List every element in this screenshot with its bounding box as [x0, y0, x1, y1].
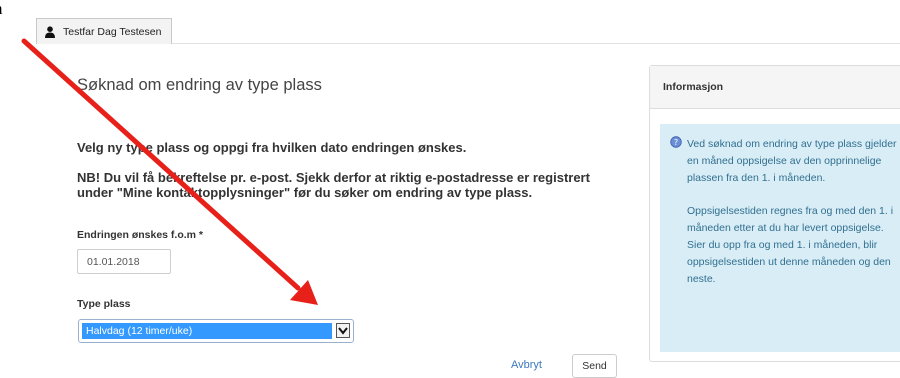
info-icon: ?: [670, 136, 682, 148]
page-title: Søknad om endring av type plass: [77, 76, 322, 94]
info-alert: ? Ved søknad om endring av type plass gj…: [660, 124, 900, 352]
info-title: Informasjon: [650, 66, 900, 109]
type-select-value: Halvdag (12 timer/uke): [82, 323, 332, 339]
user-name: Testfar Dag Testesen: [63, 25, 162, 38]
divider: [172, 43, 900, 44]
user-tab[interactable]: Testfar Dag Testesen: [36, 18, 172, 44]
user-icon: [45, 25, 55, 38]
intro-text: Velg ny type plass og oppgi fra hvilken …: [77, 140, 467, 155]
info-paragraph-1: Ved søknad om endring av type plass gjel…: [687, 138, 897, 184]
send-button[interactable]: Send: [572, 354, 617, 378]
cancel-link[interactable]: Avbryt: [511, 359, 542, 371]
note-text: NB! Du vil få bekreftelse pr. e-post. Sj…: [77, 170, 590, 200]
type-label: Type plass: [77, 298, 131, 310]
date-label: Endringen ønskes f.o.m *: [77, 229, 204, 241]
info-panel: Informasjon ? Ved søknad om endring av t…: [649, 65, 900, 362]
svg-text:?: ?: [674, 138, 678, 147]
info-paragraph-2: Oppsigelsestiden regnes fra og med den 1…: [687, 205, 894, 285]
chevron-down-icon[interactable]: [336, 323, 350, 338]
type-select[interactable]: Halvdag (12 timer/uke): [78, 319, 354, 343]
date-input[interactable]: 01.01.2018: [77, 249, 171, 274]
cropped-text-fragment: n: [0, 0, 20, 24]
